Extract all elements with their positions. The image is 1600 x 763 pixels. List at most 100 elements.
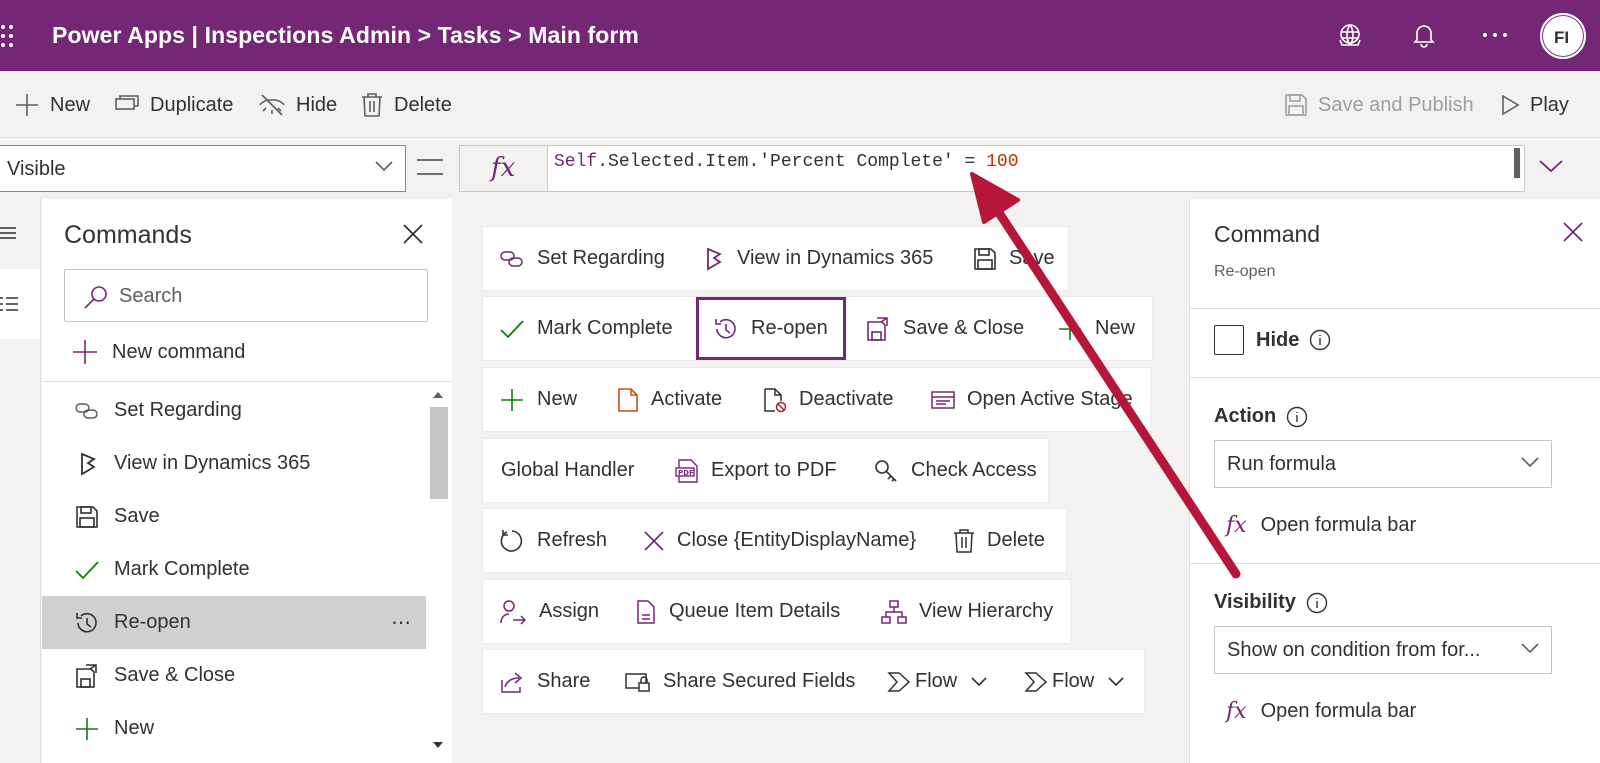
- scrollbar-thumb[interactable]: [430, 407, 448, 499]
- close-entity-button[interactable]: Close {EntityDisplayName}: [643, 509, 916, 572]
- new-button[interactable]: New: [1057, 297, 1135, 360]
- button-label: Open Active Stage: [967, 388, 1133, 410]
- mark-complete-button[interactable]: Mark Complete: [499, 297, 673, 360]
- more-options-icon[interactable]: ⋯: [391, 610, 412, 635]
- new-button[interactable]: New: [499, 368, 577, 431]
- property-dropdown[interactable]: Visible: [0, 145, 406, 192]
- new-command-button[interactable]: New command: [72, 339, 245, 365]
- action-label: Action: [1214, 405, 1308, 428]
- app-breadcrumb-title[interactable]: Power Apps | Inspections Admin > Tasks >…: [52, 22, 639, 49]
- fx-icon: fx: [1226, 699, 1247, 724]
- list-item[interactable]: Save: [42, 490, 426, 543]
- app-launcher-icon[interactable]: [0, 24, 14, 48]
- check-access-button[interactable]: Check Access: [873, 439, 1037, 502]
- action-dropdown[interactable]: Run formula: [1214, 440, 1552, 488]
- chevron-down-icon: [971, 676, 987, 686]
- deactivate-button[interactable]: Deactivate: [763, 368, 894, 431]
- delete-button[interactable]: Delete: [360, 92, 452, 118]
- close-icon[interactable]: [1562, 221, 1584, 243]
- save-button[interactable]: Save: [973, 227, 1055, 290]
- formula-number: 100: [986, 152, 1019, 172]
- open-active-stage-button[interactable]: Open Active Stage: [931, 368, 1133, 431]
- new-label: New: [50, 93, 91, 116]
- left-nav-rail: [0, 199, 41, 763]
- refresh-button[interactable]: Refresh: [499, 509, 607, 572]
- button-label: Check Access: [911, 459, 1037, 481]
- hide-checkbox[interactable]: Hide: [1214, 325, 1331, 355]
- save-and-publish-button[interactable]: Save and Publish: [1284, 92, 1474, 118]
- save-and-close-button[interactable]: Save & Close: [865, 297, 1024, 360]
- info-icon[interactable]: [1309, 329, 1331, 351]
- activate-button[interactable]: Activate: [617, 368, 722, 431]
- stage-icon: [931, 390, 955, 409]
- flow-dropdown-button-2[interactable]: Flow: [1024, 650, 1136, 713]
- list-item[interactable]: Save & Close: [42, 649, 426, 702]
- formula-input[interactable]: Self.Selected.Item.'Percent Complete' = …: [547, 145, 1525, 192]
- list-item[interactable]: New: [42, 702, 426, 755]
- share-button[interactable]: Share: [499, 650, 590, 713]
- command-canvas: Set Regarding View in Dynamics 365 Save …: [452, 199, 1189, 763]
- new-button[interactable]: New: [14, 92, 90, 118]
- delete-button[interactable]: Delete: [953, 509, 1045, 572]
- link-icon: [500, 250, 523, 267]
- formula-scrollbar[interactable]: [1514, 148, 1520, 178]
- save-icon: [1285, 94, 1307, 116]
- scroll-up-icon[interactable]: [433, 391, 443, 399]
- hide-button[interactable]: Hide: [258, 92, 337, 118]
- view-hierarchy-button[interactable]: View Hierarchy: [881, 580, 1053, 643]
- list-item-label: Save & Close: [114, 664, 236, 686]
- checkmark-icon: [500, 319, 524, 338]
- fx-button[interactable]: fx: [459, 145, 548, 192]
- info-icon[interactable]: [1286, 406, 1308, 428]
- flow-icon: [887, 671, 911, 692]
- button-label: Re-open: [751, 317, 828, 339]
- hamburger-icon[interactable]: [0, 225, 18, 241]
- view-in-dynamics-button[interactable]: View in Dynamics 365: [703, 227, 933, 290]
- more-options-icon[interactable]: [1482, 32, 1508, 38]
- key-icon: [875, 459, 897, 482]
- checkbox-box[interactable]: [1214, 325, 1244, 355]
- share-secured-fields-button[interactable]: Share Secured Fields: [625, 650, 855, 713]
- queue-item-details-button[interactable]: Queue Item Details: [635, 580, 840, 643]
- plus-icon: [76, 717, 98, 740]
- list-item-label: Save: [114, 505, 160, 527]
- checkmark-icon: [75, 560, 99, 579]
- expand-formula-chevron-icon[interactable]: [1538, 158, 1564, 174]
- button-label: Save & Close: [903, 317, 1025, 339]
- export-to-pdf-button[interactable]: PDF Export to PDF: [675, 439, 837, 502]
- info-icon[interactable]: [1306, 592, 1328, 614]
- divider: [1190, 377, 1600, 378]
- list-scrollbar[interactable]: [428, 389, 448, 763]
- list-item-selected[interactable]: Re-open ⋯: [42, 596, 426, 649]
- global-handler-button[interactable]: Global Handler: [501, 439, 634, 502]
- search-input[interactable]: Search: [64, 269, 428, 322]
- link-icon: [75, 402, 98, 419]
- list-item[interactable]: Mark Complete: [42, 543, 426, 596]
- command-bar-preview-row: Share Share Secured Fields Flow Flow: [482, 649, 1145, 714]
- assign-button[interactable]: Assign: [499, 580, 599, 643]
- open-formula-bar-link[interactable]: fx Open formula bar: [1226, 513, 1416, 538]
- open-formula-bar-link-2[interactable]: fx Open formula bar: [1226, 699, 1416, 724]
- flow-dropdown-button[interactable]: Flow: [887, 650, 999, 713]
- command-bar-preview-row: Set Regarding View in Dynamics 365 Save: [482, 226, 1069, 291]
- close-icon: [644, 530, 664, 551]
- close-icon[interactable]: [402, 223, 424, 245]
- tree-view-icon: [0, 297, 18, 311]
- list-item[interactable]: Set Regarding: [42, 384, 426, 437]
- notifications-bell-icon[interactable]: [1412, 22, 1436, 48]
- button-label: View Hierarchy: [919, 600, 1054, 622]
- set-regarding-button[interactable]: Set Regarding: [499, 227, 665, 290]
- button-label: Refresh: [537, 529, 608, 551]
- visibility-dropdown-value: Show on condition from for...: [1227, 639, 1481, 661]
- user-avatar[interactable]: FI: [1540, 13, 1586, 59]
- tree-view-tab[interactable]: [0, 269, 40, 339]
- re-open-button-selected[interactable]: Re-open: [696, 297, 846, 360]
- list-item[interactable]: View in Dynamics 365: [42, 437, 426, 490]
- duplicate-button[interactable]: Duplicate: [114, 92, 233, 118]
- visibility-dropdown[interactable]: Show on condition from for...: [1214, 626, 1552, 674]
- save-icon: [76, 505, 98, 528]
- scroll-down-icon[interactable]: [433, 741, 443, 749]
- list-item-label: Re-open: [114, 611, 191, 633]
- globe-icon[interactable]: [1337, 22, 1363, 48]
- play-button[interactable]: Play: [1500, 92, 1569, 118]
